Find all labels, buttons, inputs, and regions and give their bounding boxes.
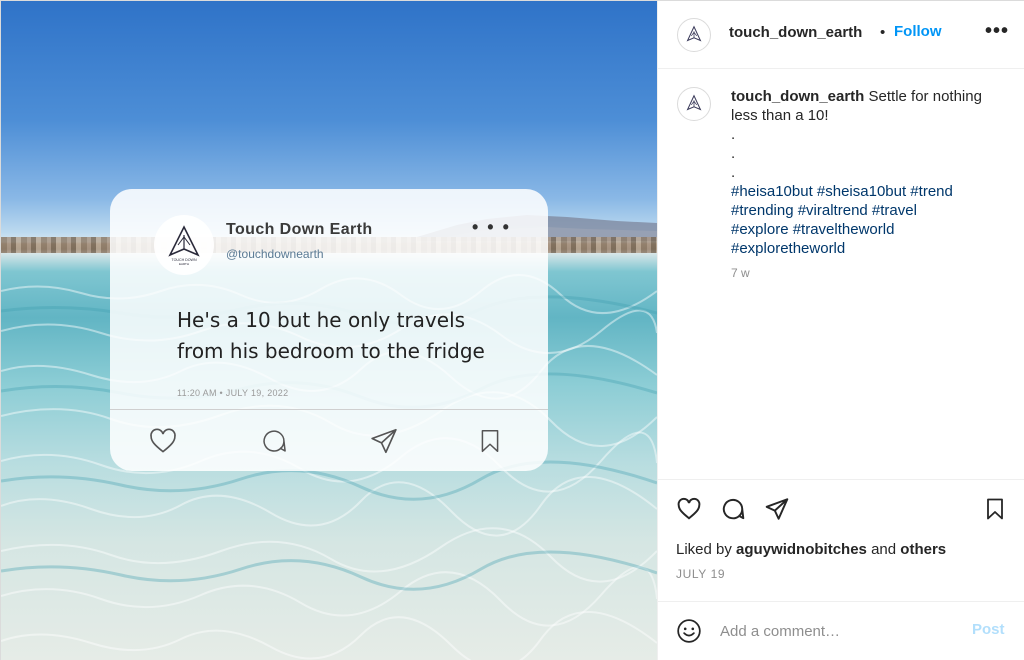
brand-logo: TOUCH DOWN EARTH bbox=[154, 215, 214, 275]
card-text-line-1: He's a 10 but he only travels bbox=[177, 308, 466, 332]
post-header: touch_down_earth • Follow ••• bbox=[658, 1, 1024, 69]
card-handle: @touchdownearth bbox=[226, 247, 324, 261]
post-comment-button[interactable]: Post bbox=[972, 621, 1005, 638]
card-text-line-2: from his bedroom to the fridge bbox=[177, 339, 485, 363]
header-username[interactable]: touch_down_earth bbox=[729, 24, 862, 41]
caption-dot: . bbox=[731, 145, 736, 162]
emoji-icon[interactable] bbox=[676, 618, 702, 644]
share-icon bbox=[368, 425, 400, 457]
post-caption: touch_down_earth Settle for nothing less… bbox=[731, 87, 1001, 258]
comment-icon bbox=[258, 425, 290, 457]
liked-others-link[interactable]: others bbox=[900, 541, 946, 558]
header-separator: • bbox=[880, 24, 886, 41]
liked-by-user[interactable]: aguywidnobitches bbox=[736, 541, 867, 558]
bookmark-icon[interactable] bbox=[982, 496, 1008, 522]
caption-dot: . bbox=[731, 164, 736, 181]
caption-hashtags-3[interactable]: #explore #traveltheworld bbox=[731, 220, 1001, 239]
instagram-post: TOUCH DOWN EARTH Touch Down Earth @touch… bbox=[0, 0, 1024, 660]
comment-bar: Post bbox=[658, 601, 1024, 660]
liked-and: and bbox=[866, 541, 901, 558]
likes-summary: Liked by aguywidnobitches and others bbox=[676, 541, 946, 558]
card-text: He's a 10 but he only travels from his b… bbox=[177, 305, 497, 367]
card-action-bar bbox=[110, 421, 548, 461]
caption-hashtags-4[interactable]: #exploretheworld bbox=[731, 239, 1001, 258]
caption-hashtags-1[interactable]: #heisa10but #sheisa10but #trend bbox=[731, 182, 1001, 201]
post-details-panel: touch_down_earth • Follow ••• touch_down… bbox=[657, 1, 1024, 660]
card-divider bbox=[110, 409, 548, 410]
card-display-name: Touch Down Earth bbox=[226, 221, 373, 238]
card-more-icon: • • • bbox=[472, 217, 511, 237]
caption-avatar[interactable] bbox=[677, 87, 711, 121]
heart-icon[interactable] bbox=[676, 496, 702, 522]
heart-icon bbox=[147, 425, 179, 457]
follow-button[interactable]: Follow bbox=[894, 23, 942, 40]
post-date[interactable]: JULY 19 bbox=[676, 567, 725, 581]
card-timestamp: 11:20 AM • JULY 19, 2022 bbox=[177, 388, 289, 398]
comment-input[interactable] bbox=[720, 618, 960, 644]
svg-text:EARTH: EARTH bbox=[179, 262, 189, 266]
tweet-card: TOUCH DOWN EARTH Touch Down Earth @touch… bbox=[110, 189, 548, 471]
caption-username[interactable]: touch_down_earth bbox=[731, 88, 864, 105]
share-icon[interactable] bbox=[764, 496, 790, 522]
caption-dot: . bbox=[731, 126, 736, 143]
caption-age[interactable]: 7 w bbox=[731, 266, 750, 280]
avatar[interactable] bbox=[677, 18, 711, 52]
comment-icon[interactable] bbox=[720, 496, 746, 522]
bookmark-icon bbox=[474, 425, 506, 457]
brand-logo-icon bbox=[686, 94, 702, 111]
liked-prefix: Liked by bbox=[676, 541, 737, 558]
more-options-icon[interactable]: ••• bbox=[985, 20, 1009, 43]
caption-hashtags-2[interactable]: #trending #viraltrend #travel bbox=[731, 201, 1001, 220]
post-photo[interactable]: TOUCH DOWN EARTH Touch Down Earth @touch… bbox=[1, 1, 657, 660]
brand-logo-icon bbox=[686, 25, 702, 42]
post-action-bar: Liked by aguywidnobitches and others JUL… bbox=[658, 479, 1024, 601]
